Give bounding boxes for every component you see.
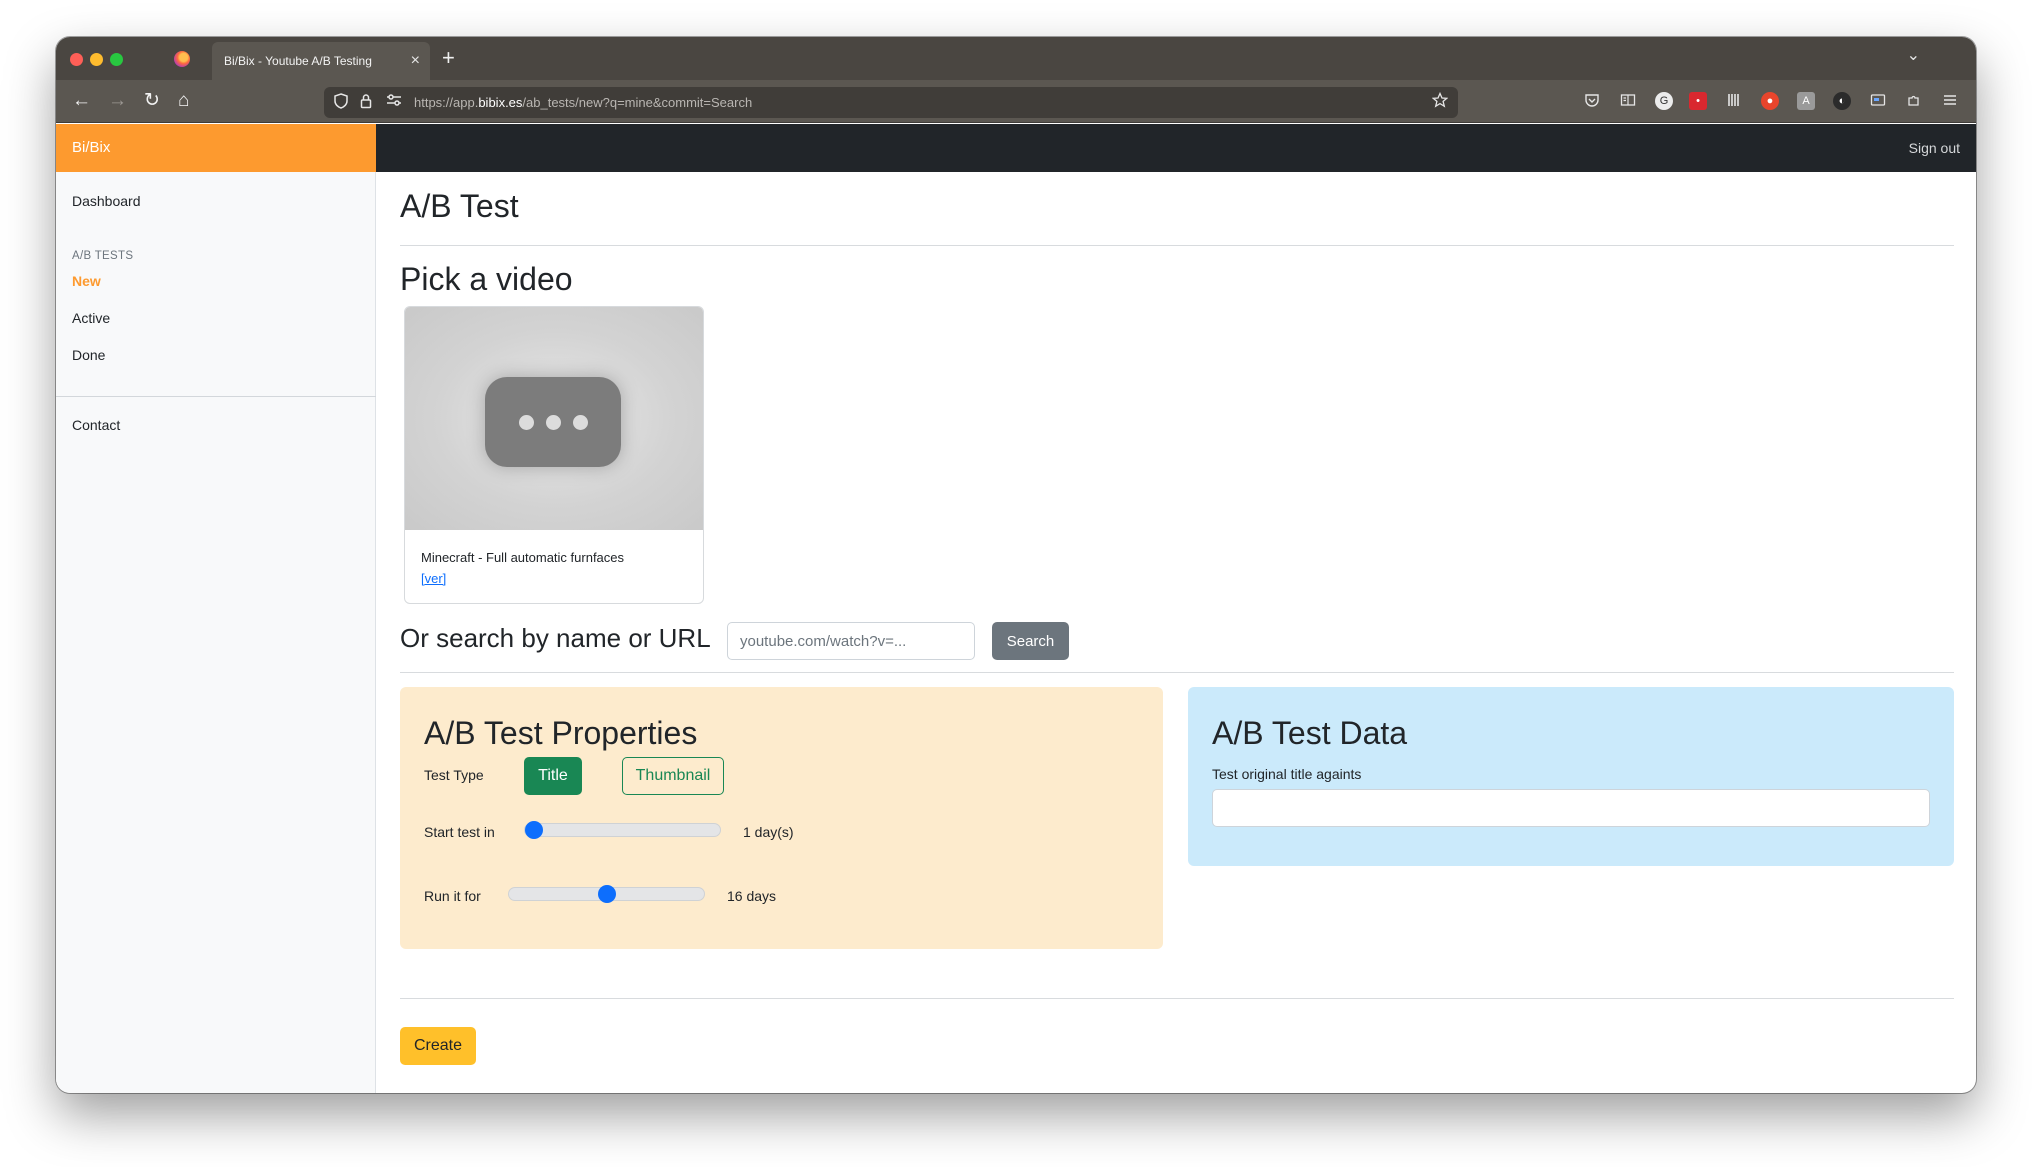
sidebar-item-contact[interactable]: Contact — [72, 417, 120, 433]
main-content: A/B Test Pick a video Minecraft - Full a… — [400, 172, 1954, 1093]
hamburger-menu-icon[interactable] — [1941, 92, 1959, 110]
video-search-input[interactable] — [727, 622, 975, 660]
record-icon[interactable]: ● — [1761, 92, 1779, 110]
video-title: Minecraft - Full automatic furnfaces — [421, 550, 625, 565]
translate-icon[interactable]: A — [1797, 92, 1815, 110]
top-navbar: Sign out — [376, 124, 1976, 172]
search-divider — [400, 672, 1954, 673]
app-page: Bi/Bix Sign out Dashboard A/B TESTS New … — [56, 124, 1976, 1093]
create-button[interactable]: Create — [400, 1027, 476, 1065]
sidebar-item-active[interactable]: Active — [72, 310, 110, 326]
zoom-window-button[interactable] — [110, 53, 123, 66]
pick-video-heading: Pick a video — [400, 261, 573, 297]
bookmark-star-icon[interactable] — [1431, 91, 1449, 113]
extensions-puzzle-icon[interactable] — [1905, 92, 1923, 110]
browser-tab[interactable]: Bi/Bix - Youtube A/B Testing × — [212, 42, 430, 80]
start-test-label: Start test in — [424, 824, 495, 840]
home-icon[interactable]: ⌂ — [178, 89, 189, 113]
sidebar-divider — [56, 396, 376, 397]
title-type-button[interactable]: Title — [524, 757, 582, 795]
sidebar-heading-ab-tests: A/B TESTS — [72, 250, 134, 262]
screenshot-icon[interactable] — [1869, 92, 1887, 110]
original-title-input[interactable] — [1212, 789, 1930, 827]
close-tab-icon[interactable]: × — [411, 42, 420, 80]
sidebar-item-new[interactable]: New — [72, 273, 101, 289]
tab-bar: Bi/Bix - Youtube A/B Testing × + ⌄ — [56, 37, 1976, 80]
ab-test-data-panel: A/B Test Data Test original title againt… — [1188, 687, 1954, 866]
close-window-button[interactable] — [70, 53, 83, 66]
run-duration-slider[interactable] — [508, 885, 705, 903]
dark-reader-icon[interactable]: ◐ — [1833, 92, 1851, 110]
toolbar-icons: G • ● A ◐ — [1583, 92, 1963, 112]
video-thumbnail[interactable] — [405, 307, 703, 530]
grammarly-icon[interactable]: G — [1655, 92, 1673, 110]
original-title-label: Test original title againts — [1212, 766, 1362, 782]
search-button[interactable]: Search — [992, 622, 1069, 660]
url-bar[interactable]: https://app.bibix.es/ab_tests/new?q=mine… — [324, 87, 1458, 118]
url-text[interactable]: https://app.bibix.es/ab_tests/new?q=mine… — [414, 87, 752, 118]
video-placeholder-icon — [485, 377, 621, 467]
sidebar-item-dashboard[interactable]: Dashboard — [72, 193, 141, 209]
thumbnail-type-button[interactable]: Thumbnail — [622, 757, 724, 795]
brand-logo[interactable]: Bi/Bix — [56, 124, 376, 172]
sidebar-item-done[interactable]: Done — [72, 347, 105, 363]
tab-title: Bi/Bix - Youtube A/B Testing — [224, 54, 372, 68]
start-test-slider[interactable] — [524, 821, 721, 839]
lock-icon[interactable] — [360, 93, 372, 112]
firefox-icon — [174, 51, 190, 67]
ab-test-properties-panel: A/B Test Properties Test Type Title Thum… — [400, 687, 1163, 949]
run-duration-value: 16 days — [727, 888, 777, 904]
placeholder-dot — [546, 415, 561, 430]
video-card[interactable]: Minecraft - Full automatic furnfaces [ve… — [404, 306, 704, 604]
video-view-link[interactable]: [ver] — [421, 571, 446, 586]
form-divider — [400, 998, 1954, 999]
tab-list-chevron-icon[interactable]: ⌄ — [1907, 45, 1920, 65]
placeholder-dot — [573, 415, 588, 430]
forward-icon[interactable]: → — [108, 89, 127, 113]
properties-title: A/B Test Properties — [424, 715, 698, 751]
url-host: bibix.es — [478, 95, 523, 110]
extension-badge-icon[interactable]: • — [1689, 92, 1707, 110]
browser-window: Bi/Bix - Youtube A/B Testing × + ⌄ ← → ↻… — [56, 37, 1976, 1093]
run-slider-handle[interactable] — [598, 885, 616, 903]
reload-icon[interactable]: ↻ — [144, 89, 160, 113]
url-path: /ab_tests/new?q=mine&commit=Search — [522, 95, 753, 110]
start-slider-handle[interactable] — [525, 821, 543, 839]
permissions-icon[interactable] — [386, 93, 402, 110]
sidebar: Dashboard A/B TESTS New Active Done Cont… — [56, 172, 376, 1093]
page-title: A/B Test — [400, 188, 519, 224]
reader-view-icon[interactable] — [1619, 92, 1637, 110]
url-prefix: https://app. — [414, 95, 479, 110]
test-type-label: Test Type — [424, 767, 484, 783]
search-heading: Or search by name or URL — [400, 623, 711, 653]
start-test-value: 1 day(s) — [743, 824, 794, 840]
pocket-icon[interactable] — [1583, 92, 1601, 110]
data-title: A/B Test Data — [1212, 715, 1408, 751]
placeholder-dot — [519, 415, 534, 430]
title-divider — [400, 245, 1954, 246]
back-icon[interactable]: ← — [72, 89, 91, 113]
sign-out-link[interactable]: Sign out — [1909, 124, 1960, 172]
columns-icon[interactable] — [1725, 92, 1743, 110]
run-for-label: Run it for — [424, 888, 481, 904]
shield-icon[interactable] — [334, 93, 348, 112]
new-tab-button[interactable]: + — [442, 43, 455, 73]
minimize-window-button[interactable] — [90, 53, 103, 66]
